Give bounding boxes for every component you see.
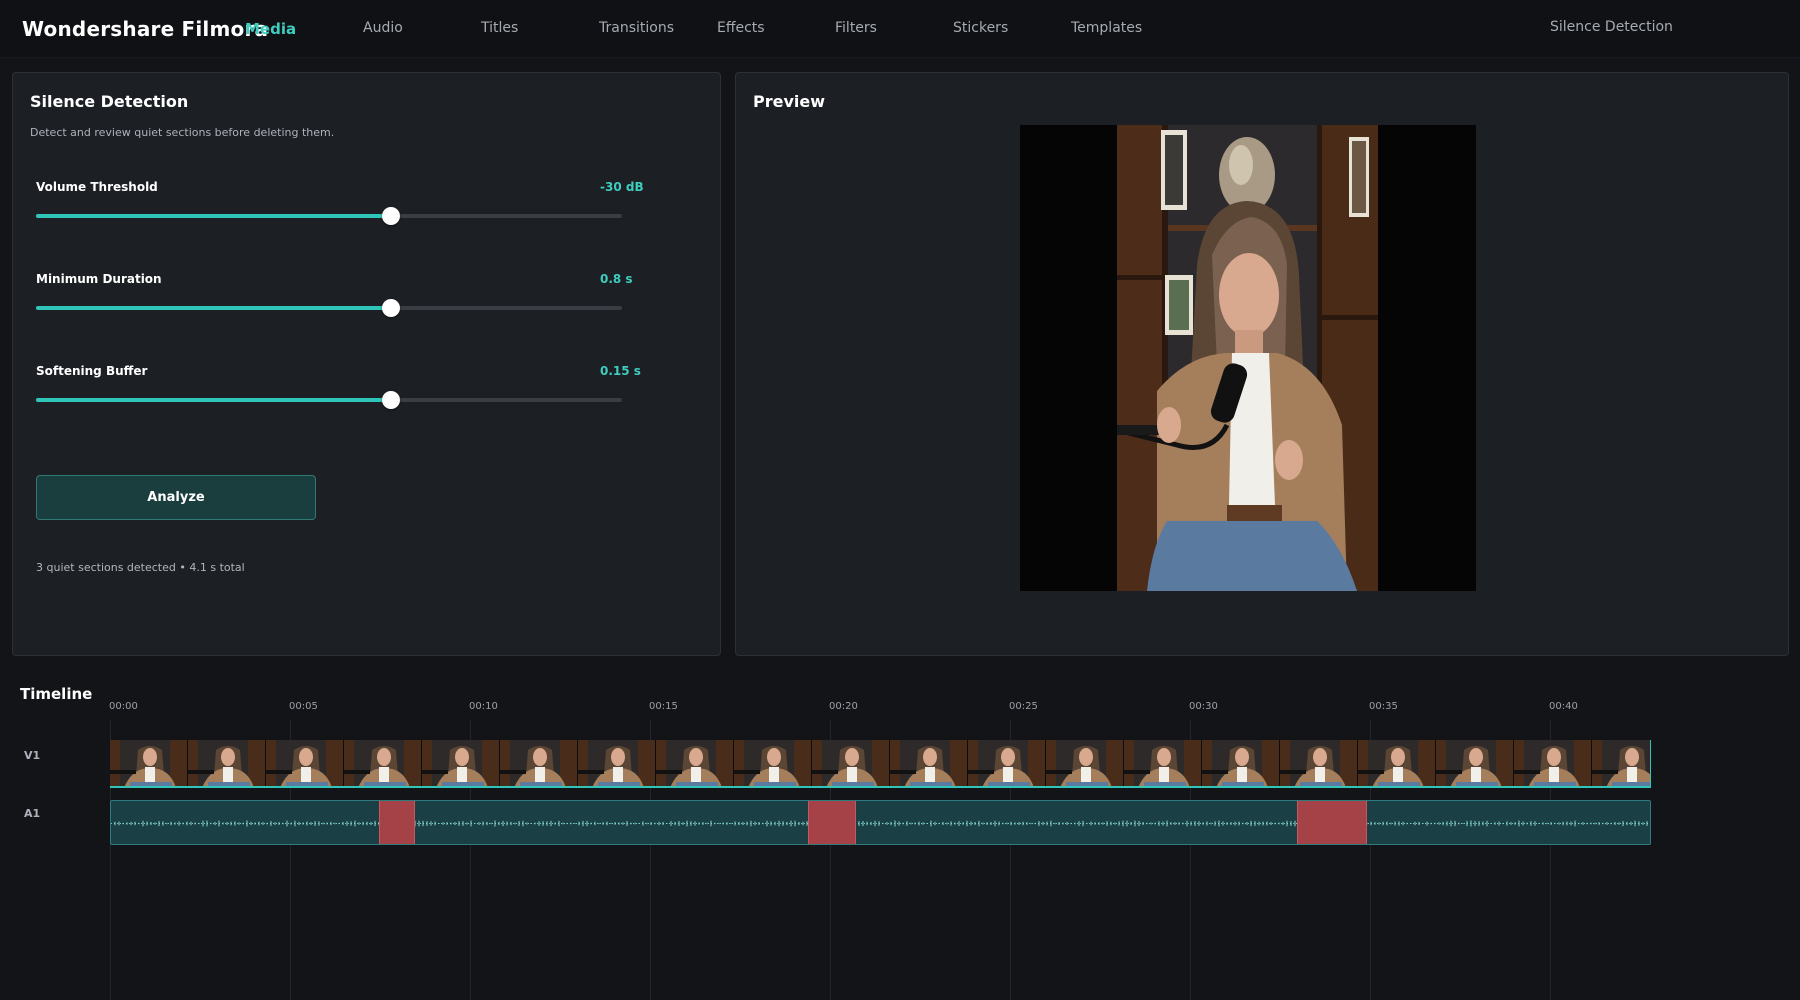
video-frame-image <box>1117 125 1378 591</box>
track-label-a1: A1 <box>24 807 41 820</box>
video-thumbnail <box>1280 740 1358 786</box>
preview-panel: Preview <box>735 72 1789 656</box>
silence-detection-panel: Silence Detection Detect and review quie… <box>12 72 721 656</box>
audio-track-clip[interactable] <box>110 800 1651 845</box>
video-thumbnail <box>500 740 578 786</box>
nav-item-templates[interactable]: Templates <box>1071 20 1142 36</box>
volume-threshold-value: -30 dB <box>600 180 644 194</box>
panel-title: Silence Detection <box>30 92 189 111</box>
video-thumbnail <box>344 740 422 786</box>
silence-region[interactable] <box>1297 801 1368 844</box>
nav-item-transitions[interactable]: Transitions <box>599 20 674 36</box>
nav-item-audio[interactable]: Audio <box>363 20 403 36</box>
video-thumbnail <box>1592 740 1650 786</box>
video-preview[interactable] <box>1020 125 1476 591</box>
minimum-duration-value: 0.8 s <box>600 272 633 286</box>
app-title: Wondershare Filmora <box>22 17 269 41</box>
video-thumbnail <box>188 740 266 786</box>
slider-handle[interactable] <box>381 299 400 317</box>
panel-subtitle: Detect and review quiet sections before … <box>30 126 335 139</box>
softening-buffer-value: 0.15 s <box>600 364 641 378</box>
timeline-tick-label: 00:00 <box>109 701 138 712</box>
timeline-tick-label: 00:15 <box>649 701 678 712</box>
video-thumbnail <box>422 740 500 786</box>
timeline-tick-label: 00:05 <box>289 701 318 712</box>
timeline-tick-label: 00:25 <box>1009 701 1038 712</box>
slider-handle[interactable] <box>381 391 400 409</box>
minimum-duration-label: Minimum Duration <box>36 272 162 286</box>
video-thumbnail <box>578 740 656 786</box>
silence-region[interactable] <box>807 801 857 844</box>
slider-handle[interactable] <box>381 207 400 225</box>
video-track-clip[interactable] <box>110 740 1651 788</box>
video-thumbnail <box>890 740 968 786</box>
silence-region[interactable] <box>379 801 416 844</box>
video-thumbnail <box>1358 740 1436 786</box>
video-thumbnail <box>1436 740 1514 786</box>
volume-threshold-label: Volume Threshold <box>36 180 158 194</box>
nav-item-filters[interactable]: Filters <box>835 20 877 36</box>
audio-waveform <box>111 820 1650 827</box>
minimum-duration-slider[interactable] <box>36 299 622 317</box>
timeline-tick-label: 00:10 <box>469 701 498 712</box>
detection-summary: 3 quiet sections detected • 4.1 s total <box>36 561 245 574</box>
timeline-tick-label: 00:35 <box>1369 701 1398 712</box>
softening-buffer-label: Softening Buffer <box>36 364 148 378</box>
video-thumbnail <box>1514 740 1592 786</box>
timeline-tick-label: 00:40 <box>1549 701 1578 712</box>
video-thumbnail <box>1046 740 1124 786</box>
timeline-tick-label: 00:20 <box>829 701 858 712</box>
menu-bar: Wondershare Filmora Media Audio Titles T… <box>0 0 1800 58</box>
slider-fill <box>36 214 391 218</box>
video-thumbnail <box>1124 740 1202 786</box>
nav-item-effects[interactable]: Effects <box>717 20 765 36</box>
video-thumbnail <box>266 740 344 786</box>
video-thumbnail <box>656 740 734 786</box>
video-thumbnail <box>1202 740 1280 786</box>
video-thumbnail <box>734 740 812 786</box>
preview-title: Preview <box>753 92 826 111</box>
softening-buffer-slider[interactable] <box>36 391 622 409</box>
timeline-tick-label: 00:30 <box>1189 701 1218 712</box>
nav-item-stickers[interactable]: Stickers <box>953 20 1008 36</box>
nav-item-media[interactable]: Media <box>245 20 296 38</box>
video-thumbnail <box>968 740 1046 786</box>
slider-fill <box>36 306 391 310</box>
analyze-button[interactable]: Analyze <box>36 475 316 520</box>
track-label-v1: V1 <box>24 749 41 762</box>
nav-item-titles[interactable]: Titles <box>481 20 518 36</box>
slider-fill <box>36 398 391 402</box>
volume-threshold-slider[interactable] <box>36 207 622 225</box>
timeline-title: Timeline <box>20 685 93 703</box>
silence-detection-link[interactable]: Silence Detection <box>1550 19 1673 35</box>
video-thumbnail <box>812 740 890 786</box>
video-thumbnail <box>110 740 188 786</box>
